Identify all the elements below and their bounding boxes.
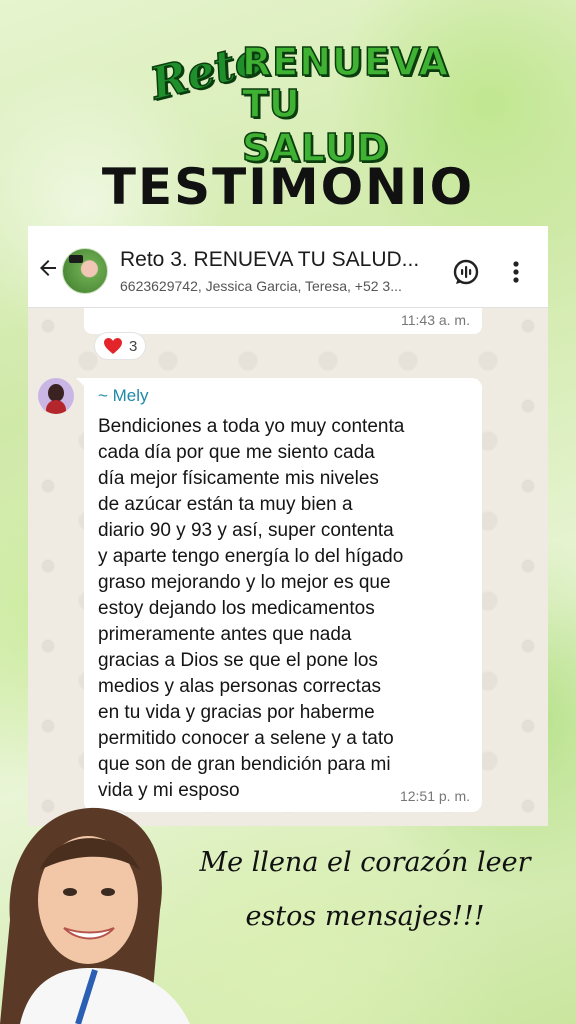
more-options-icon[interactable] bbox=[512, 260, 520, 284]
group-title[interactable]: Reto 3. RENUEVA TU SALUD... bbox=[120, 248, 419, 272]
back-arrow-icon[interactable] bbox=[36, 256, 60, 280]
closing-caption: Me llena el corazón leer estos mensajes!… bbox=[199, 847, 531, 932]
reaction-count: 3 bbox=[129, 337, 138, 355]
group-members[interactable]: 6623629742, Jessica Garcia, Teresa, +52 … bbox=[120, 278, 402, 294]
previous-message-bubble[interactable]: 11:43 a. m. bbox=[84, 308, 482, 334]
group-avatar[interactable] bbox=[62, 248, 108, 294]
logo-line-1: RENUEVA bbox=[241, 39, 450, 85]
message-time: 12:51 p. m. bbox=[399, 788, 470, 804]
message-bubble[interactable]: ~ Mely Bendiciones a toda yo muy content… bbox=[76, 378, 482, 812]
previous-message-time: 11:43 a. m. bbox=[400, 312, 470, 328]
chat-header: Reto 3. RENUEVA TU SALUD... 6623629742, … bbox=[28, 226, 548, 308]
renueva-tu-salud-logo: Reto RENUEVA TU SALUD bbox=[145, 32, 460, 171]
previous-message-reaction[interactable]: 3 bbox=[94, 332, 147, 360]
chat-screenshot: Reto 3. RENUEVA TU SALUD... 6623629742, … bbox=[28, 226, 548, 826]
logo-line-2: TU SALUD bbox=[241, 81, 390, 171]
headline-testimonio: TESTIMONIO bbox=[101, 158, 475, 216]
sender-avatar[interactable] bbox=[38, 378, 74, 414]
voice-call-icon[interactable] bbox=[452, 258, 480, 286]
heart-icon bbox=[104, 338, 122, 354]
message-text: Bendiciones a toda yo muy contenta cada … bbox=[98, 416, 405, 801]
sender-name[interactable]: ~ Mely bbox=[98, 386, 149, 406]
